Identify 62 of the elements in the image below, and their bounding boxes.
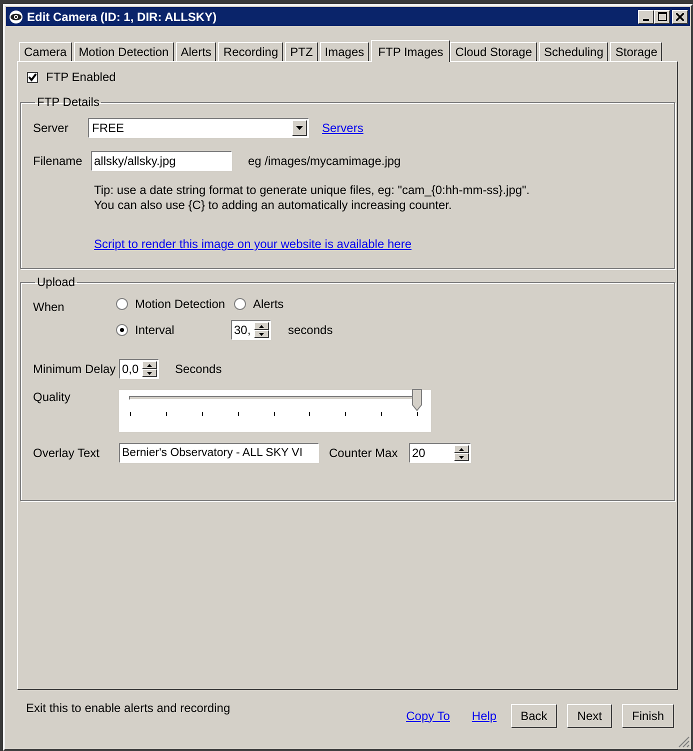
- close-button[interactable]: [672, 10, 688, 24]
- group-title: Upload: [36, 275, 76, 289]
- footer-button[interactable]: Next: [567, 704, 612, 728]
- radio-button[interactable]: [116, 298, 128, 310]
- status-text: Exit this to enable alerts and recording: [26, 701, 230, 715]
- minimize-icon: [643, 18, 649, 20]
- tab[interactable]: Scheduling: [539, 42, 608, 61]
- tab[interactable]: Recording: [218, 42, 284, 61]
- field-label: Minimum Delay: [33, 362, 117, 376]
- field-label: Quality: [33, 390, 72, 404]
- tab[interactable]: Camera: [19, 42, 72, 61]
- footer-button[interactable]: Back: [510, 704, 558, 728]
- tab[interactable]: Storage: [610, 42, 662, 61]
- interval-spinner[interactable]: 30,: [231, 320, 271, 340]
- maximize-icon: [658, 12, 666, 21]
- example-text: eg /images/mycamimage.jpg: [248, 154, 401, 168]
- tab[interactable]: Images: [320, 42, 370, 61]
- field-label: Overlay Text: [33, 446, 100, 460]
- minimize-button[interactable]: [638, 10, 654, 24]
- window-title: Edit Camera (ID: 1, DIR: ALLSKY): [27, 10, 217, 24]
- counter-max-spinner[interactable]: 20: [409, 443, 471, 463]
- overlay-text-field[interactable]: Bernier's Observatory - ALL SKY VI: [119, 443, 319, 463]
- servers-link[interactable]: Servers: [322, 121, 364, 135]
- field-label: Filename: [33, 154, 84, 168]
- radio-label: Alerts: [253, 297, 284, 311]
- spin-down-icon: [454, 453, 469, 461]
- tab[interactable]: Cloud Storage: [450, 42, 538, 61]
- server-dropdown[interactable]: FREE: [88, 118, 309, 138]
- delay-spinner[interactable]: 0,0: [119, 359, 159, 379]
- quality-slider[interactable]: [119, 390, 431, 432]
- footer-button[interactable]: Finish: [622, 704, 674, 728]
- radio-button[interactable]: [116, 324, 128, 336]
- maximize-button[interactable]: [654, 10, 670, 24]
- spin-up-icon: [454, 445, 469, 453]
- group-title: FTP Details: [36, 95, 100, 109]
- radio-button[interactable]: [234, 298, 246, 310]
- footer-link[interactable]: Copy To: [406, 708, 450, 722]
- filename-field[interactable]: allsky/allsky.jpg: [91, 151, 232, 171]
- resize-grip-icon: [678, 736, 690, 748]
- tab[interactable]: PTZ: [285, 42, 318, 61]
- radio-label: Interval: [135, 323, 174, 337]
- spin-up-icon: [142, 361, 157, 369]
- field-label: Server: [33, 121, 70, 135]
- field-label: Counter Max: [329, 446, 399, 460]
- close-icon: [676, 12, 684, 20]
- footer-link[interactable]: Help: [472, 708, 497, 722]
- spin-down-icon: [254, 330, 269, 338]
- slider-thumb[interactable]: [412, 389, 422, 411]
- spin-up-icon: [254, 322, 269, 330]
- checkbox[interactable]: [27, 72, 38, 82]
- radio-label: Motion Detection: [135, 297, 226, 311]
- checkbox-label: FTP Enabled: [46, 70, 116, 84]
- unit-label: seconds: [288, 323, 333, 337]
- spin-down-icon: [142, 369, 157, 377]
- script-link[interactable]: Script to render this image on your website is available here: [94, 237, 412, 251]
- eye-icon: [9, 10, 23, 24]
- tip-text: Tip: use a date string format to generate unique files, eg: "cam_{0:hh-mm-ss}.jpg". You can also use {C} to adding an automatically increasing counter.: [94, 183, 531, 213]
- field-label: When: [33, 300, 66, 314]
- tab[interactable]: FTP Images: [371, 40, 450, 62]
- tab[interactable]: Alerts: [176, 42, 216, 61]
- tab[interactable]: Motion Detection: [74, 42, 174, 61]
- unit-label: Seconds: [175, 362, 222, 376]
